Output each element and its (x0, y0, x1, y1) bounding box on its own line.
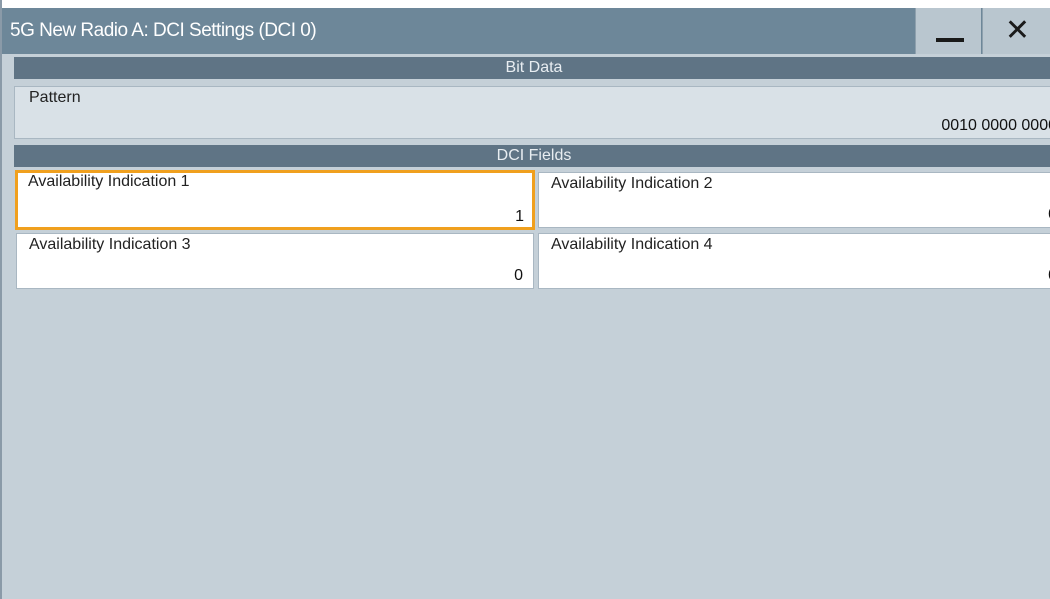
title-bar: 5G New Radio A: DCI Settings (DCI 0) ✕ (2, 0, 1050, 54)
dci-fields-header: DCI Fields (14, 145, 1050, 167)
pattern-field[interactable]: Pattern 0010 0000 0000 (14, 86, 1050, 139)
availability-indication-2-field[interactable]: Availability Indication 2 0 (538, 172, 1050, 228)
field-value: 1 (515, 208, 524, 225)
field-label: Availability Indication 4 (551, 236, 713, 253)
close-icon: ✕ (1004, 14, 1031, 47)
dci-settings-window: 5G New Radio A: DCI Settings (DCI 0) ✕ B… (0, 0, 1050, 599)
pattern-value: 0010 0000 0000 (941, 117, 1050, 134)
minimize-button[interactable] (915, 8, 981, 54)
field-label: Availability Indication 2 (551, 175, 713, 192)
pattern-label: Pattern (29, 89, 81, 106)
close-button[interactable]: ✕ (982, 8, 1050, 54)
window-title: 5G New Radio A: DCI Settings (DCI 0) (10, 20, 317, 41)
availability-indication-4-field[interactable]: Availability Indication 4 0 (538, 233, 1050, 289)
minimize-icon (936, 38, 964, 42)
field-label: Availability Indication 3 (29, 236, 191, 253)
bit-data-header: Bit Data (14, 57, 1050, 79)
field-value: 0 (514, 267, 523, 284)
field-label: Availability Indication 1 (28, 173, 190, 190)
availability-indication-3-field[interactable]: Availability Indication 3 0 (16, 233, 534, 289)
availability-indication-1-field[interactable]: Availability Indication 1 1 (15, 170, 535, 230)
